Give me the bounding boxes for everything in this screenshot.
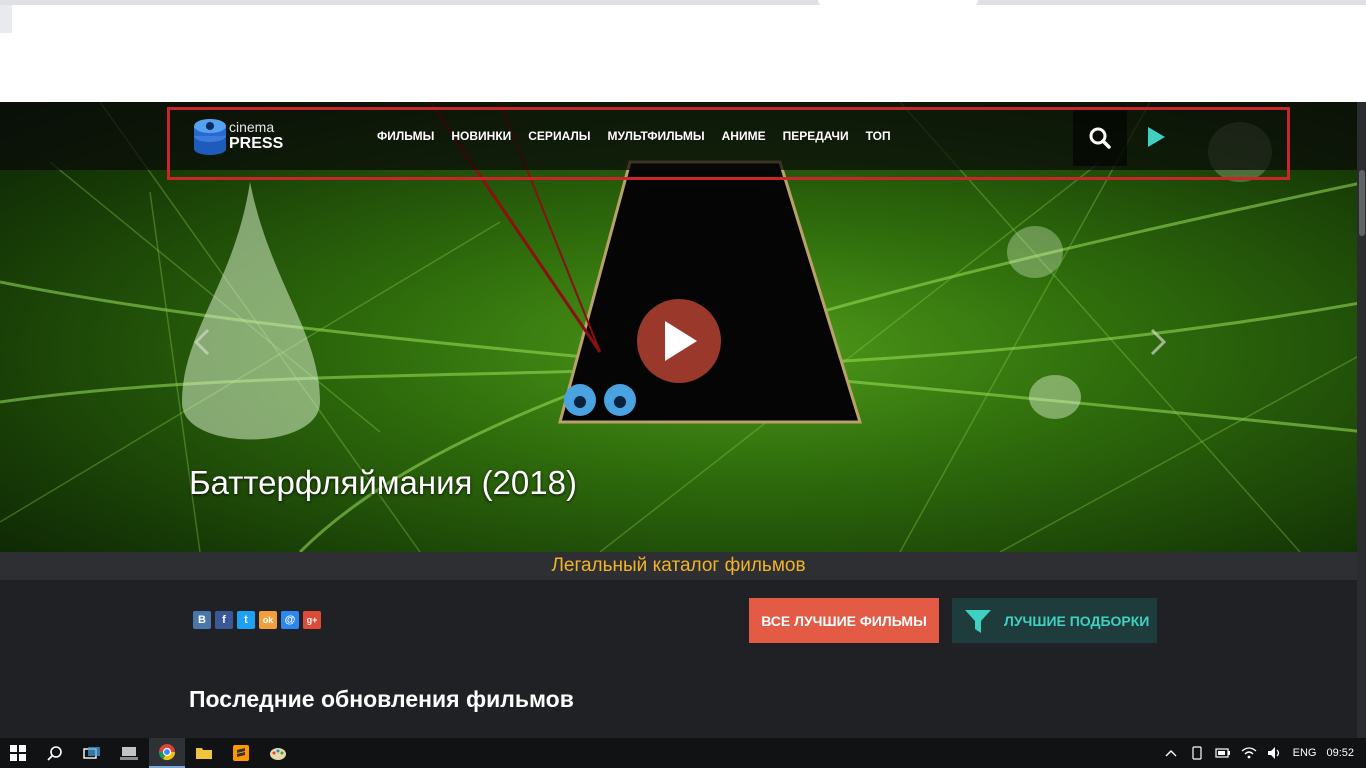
google-plus-icon: g+ [306,615,318,625]
chevron-left-icon [193,328,210,356]
windows-taskbar: ENG 09:52 [0,738,1366,768]
file-explorer-icon [196,748,212,759]
chevron-right-icon [1150,328,1167,356]
odnoklassniki-icon: ok [262,615,274,625]
system-tray: ENG 09:52 [1163,738,1366,768]
network-drive-icon [120,747,138,760]
hero-play-button[interactable] [637,299,721,383]
mail-share-button[interactable]: @ [281,611,299,629]
search-icon [47,746,62,761]
odnoklassniki-share-button[interactable]: ok [259,611,277,629]
social-share-bar: В f t ok @ g+ [193,611,321,629]
taskbar-app-explorer[interactable] [186,738,222,768]
play-icon [665,321,697,361]
tray-device-button[interactable] [1189,745,1205,761]
slider-next-button[interactable] [1142,322,1172,362]
hero-movie-title[interactable]: Баттерфляймания (2018) [189,464,577,502]
taskbar-app-paint[interactable] [260,738,296,768]
taskbar-app-network[interactable] [111,738,147,768]
paint-icon [270,748,286,760]
language-indicator[interactable]: ENG [1293,747,1317,759]
vk-icon: В [198,614,206,626]
tray-wifi-button[interactable] [1241,745,1257,761]
phone-icon [1192,746,1202,760]
hero-slider: cinema PRESS ФИЛЬМЫ НОВИНКИ СЕРИАЛЫ МУЛЬ… [0,102,1366,552]
facebook-icon: f [222,614,226,626]
nav-highlight-box [167,107,1290,180]
tray-volume-button[interactable] [1267,745,1283,761]
tray-battery-button[interactable] [1215,745,1231,761]
windows-start-icon [10,745,26,761]
wifi-icon [1241,747,1257,759]
latest-updates-heading: Последние обновления фильмов [189,686,574,712]
page: cinema PRESS ФИЛЬМЫ НОВИНКИ СЕРИАЛЫ МУЛЬ… [0,0,1366,768]
best-collections-label: ЛУЧШИЕ ПОДБОРКИ [1004,612,1150,629]
all-best-films-button[interactable]: ВСЕ ЛУЧШИЕ ФИЛЬМЫ [749,598,939,643]
google-plus-share-button[interactable]: g+ [303,611,321,629]
vk-share-button[interactable]: В [193,611,211,629]
chevron-up-icon [1165,750,1177,757]
volume-icon [1267,747,1279,759]
task-view-icon [83,747,100,759]
mail-icon: @ [284,614,296,626]
site-tagline: Легальный каталог фильмов [551,555,806,576]
slider-prev-button[interactable] [188,322,218,362]
browser-top-strip [0,0,1366,102]
sublime-text-icon [233,745,249,761]
tab-bar [0,0,1366,5]
taskbar-app-sublime[interactable] [223,738,259,768]
filter-icon [965,609,991,633]
chrome-icon [158,744,176,761]
task-view-button[interactable] [74,738,110,768]
best-collections-button[interactable]: ЛУЧШИЕ ПОДБОРКИ [952,598,1157,643]
twitter-share-button[interactable]: t [237,611,255,629]
taskbar-app-chrome[interactable] [149,738,185,768]
all-best-films-label: ВСЕ ЛУЧШИЕ ФИЛЬМЫ [761,612,927,629]
taskbar-search-button[interactable] [37,738,73,768]
tray-expand-button[interactable] [1163,745,1179,761]
browser-edge [0,5,12,33]
battery-icon [1215,748,1230,758]
tagline-band: Легальный каталог фильмов [0,552,1357,580]
clock[interactable]: 09:52 [1326,747,1354,759]
active-tab[interactable] [818,0,978,6]
twitter-icon: t [244,614,248,626]
facebook-share-button[interactable]: f [215,611,233,629]
start-button[interactable] [0,738,36,768]
scrollbar-thumb[interactable] [1359,170,1365,236]
